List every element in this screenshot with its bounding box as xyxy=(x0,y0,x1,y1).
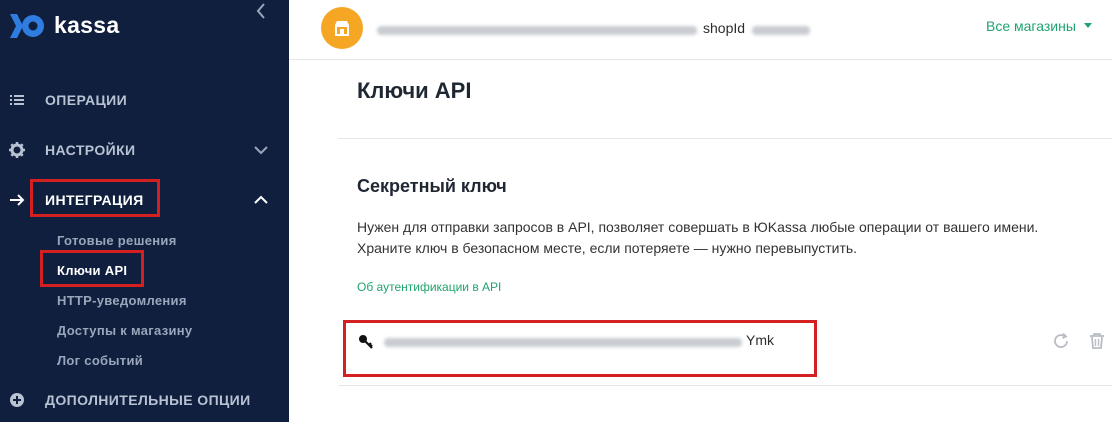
description-line: Нужен для отправки запросов в API, позво… xyxy=(357,219,1039,235)
collapse-sidebar-icon[interactable] xyxy=(254,0,270,22)
key-icon xyxy=(359,335,373,349)
secret-key-field[interactable]: Ymk xyxy=(350,326,812,368)
sidebar-item-label: НАСТРОЙКИ xyxy=(45,142,136,158)
sidebar-item-label: ДОПОЛНИТЕЛЬНЫЕ ОПЦИИ xyxy=(45,392,251,408)
chevron-down-icon xyxy=(254,146,268,155)
sidebar-subitem-event-log[interactable]: Лог событий xyxy=(57,353,143,368)
caret-down-icon xyxy=(1083,23,1092,28)
chevron-up-icon xyxy=(254,195,268,204)
sidebar-subitem-api-keys[interactable]: Ключи API xyxy=(57,263,127,278)
section-title: Секретный ключ xyxy=(357,176,507,196)
auth-docs-link[interactable]: Об аутентификации в API xyxy=(357,280,501,294)
divider xyxy=(338,138,1112,139)
arrow-right-icon xyxy=(10,194,25,206)
sidebar-item-label: ОПЕРАЦИИ xyxy=(45,92,128,108)
shop-id-label: shopId xyxy=(703,20,746,36)
trash-icon[interactable] xyxy=(1088,332,1106,350)
shop-avatar[interactable] xyxy=(321,7,363,49)
plus-circle-icon xyxy=(10,393,24,407)
sidebar-item-label: ИНТЕГРАЦИЯ xyxy=(45,192,144,208)
sidebar-item-settings[interactable]: НАСТРОЙКИ xyxy=(0,135,289,165)
app-root: kassa ОПЕРАЦИИ НАСТРОЙКИ ИНТЕГРАЦИЯ Гото… xyxy=(0,0,1112,422)
sidebar-subitem-http-notifications[interactable]: HTTP-уведомления xyxy=(57,293,187,308)
secret-key-tail: Ymk xyxy=(746,332,774,348)
shop-name-redacted xyxy=(377,22,697,40)
shop-id-redacted xyxy=(752,22,810,40)
sidebar-subitem-shop-access[interactable]: Доступы к магазину xyxy=(57,323,192,338)
logo-text: kassa xyxy=(54,11,120,38)
sidebar-item-additional-options[interactable]: ДОПОЛНИТЕЛЬНЫЕ ОПЦИИ xyxy=(0,385,289,415)
description: Нужен для отправки запросов в API, позво… xyxy=(357,217,1097,259)
list-icon xyxy=(10,95,24,105)
topbar: shopId Все магазины xyxy=(289,0,1112,60)
yookassa-logo-icon xyxy=(10,14,44,38)
divider xyxy=(338,385,1112,386)
gear-icon xyxy=(9,142,25,158)
page-title: Ключи API xyxy=(357,78,472,103)
sidebar-item-operations[interactable]: ОПЕРАЦИИ xyxy=(0,85,289,115)
description-line: Храните ключ в безопасном месте, если по… xyxy=(357,240,858,256)
secret-key-redacted xyxy=(384,338,742,347)
sidebar-item-integration[interactable]: ИНТЕГРАЦИЯ xyxy=(0,185,289,215)
refresh-icon[interactable] xyxy=(1052,332,1070,350)
sidebar: kassa ОПЕРАЦИИ НАСТРОЙКИ ИНТЕГРАЦИЯ Гото… xyxy=(0,0,289,422)
logo[interactable]: kassa xyxy=(8,8,119,42)
shop-icon xyxy=(335,21,349,36)
sidebar-subitem-ready-solutions[interactable]: Готовые решения xyxy=(57,233,177,248)
all-shops-dropdown[interactable]: Все магазины xyxy=(986,18,1092,34)
all-shops-label: Все магазины xyxy=(986,18,1076,34)
